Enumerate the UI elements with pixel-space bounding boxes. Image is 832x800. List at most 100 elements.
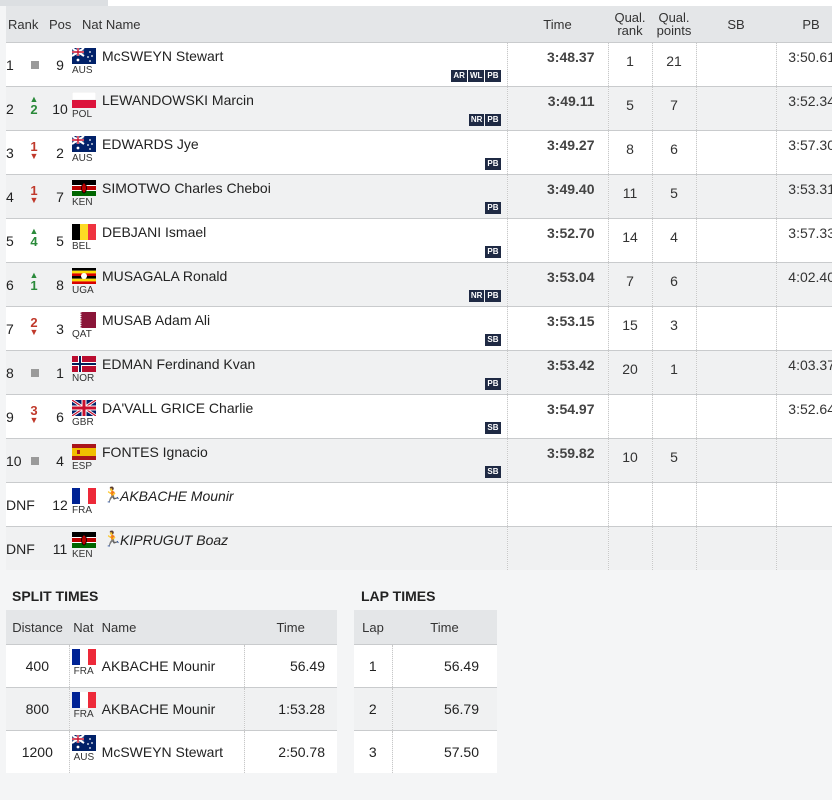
record-badge: PB [485,378,501,390]
header-name: Nat Name [70,6,507,43]
lap-row: 1 56.49 [354,644,497,688]
qual-points-value [653,483,696,493]
record-badge: NR [468,290,485,302]
pb-value: 3:57.30 [788,137,832,153]
time-cell: 3:53.15 [507,306,609,351]
result-time: 3:53.42 [547,357,595,373]
result-time: 3:49.11 [547,93,595,109]
arrow-down-icon: ▼ [29,151,39,161]
rank-cell: 9 3 ▼ [6,394,49,439]
athlete-name-link[interactable]: DA'VALL GRICE Charlie [102,400,253,416]
pb-cell: 3:53.31 [776,174,832,219]
athlete-name-link[interactable]: FONTES Ignacio [102,444,208,460]
qual-points-value: 1 [670,361,678,377]
split-athlete-link[interactable]: AKBACHE Mounir [102,658,216,674]
table-row[interactable]: 1 9 AUS McSWEYN Stewart AR WL PB 3:48.37 1 21 3:50… [6,42,832,87]
table-row[interactable]: 9 3 ▼ 6 GBR DA'VALL GRICE Charlie SB 3:54.97 3:5… [6,394,832,439]
split-time: 1:53.28 [278,701,325,717]
split-athlete-link[interactable]: AKBACHE Mounir [102,701,216,717]
athlete-name-link[interactable]: McSWEYN Stewart [102,48,223,64]
athlete-name-link[interactable]: KIPRUGUT Boaz [120,532,228,548]
table-row[interactable]: 3 1 ▼ 2 AUS EDWARDS Jye PB 3:49.27 8 6 3:57.30 [6,130,832,175]
rank-cell: 1 [6,42,49,87]
split-athlete-link[interactable]: McSWEYN Stewart [102,744,223,760]
table-row[interactable]: 7 2 ▼ 3 QAT MUSAB Adam Ali SB 3:53.15 15 3 [6,306,832,351]
table-row[interactable]: 10 4 ESP FONTES Ignacio SB 3:59.82 10 5 [6,438,832,483]
rank-value: 5 [6,233,14,249]
pb-value: 3:52.34 [788,93,832,109]
flag-aus-icon [72,48,96,64]
qual-rank-value: 8 [626,141,634,157]
qual-points-cell: 5 [652,438,697,483]
athlete-name-link[interactable]: MUSAGALA Ronald [102,268,227,284]
time-cell: 3:59.82 [507,438,609,483]
table-row[interactable]: 4 1 ▼ 7 KEN SIMOTWO Charles Cheboi PB 3:49.40 11… [6,174,832,219]
table-row[interactable]: 5 ▲ 4 5 BEL DEBJANI Ismael PB 3:52.70 14 4 3:57.33 [6,218,832,263]
split-nat-cell: FRA [69,687,98,731]
sb-value [697,351,776,357]
qual-points-cell: 5 [652,174,697,219]
pos-cell: 5 [49,218,70,263]
header-time: Time [507,6,608,43]
rank-cell: 8 [6,350,49,395]
athlete-name-link[interactable]: LEWANDOWSKI Marcin [102,92,254,108]
split-time-cell: 2:50.78 [244,730,337,773]
qual-points-cell [652,526,697,570]
split-header-row: Distance Nat Name Time [6,610,337,645]
qual-points-value: 5 [670,185,678,201]
time-cell: 3:49.11 [507,86,609,131]
qual-rank-value: 15 [622,317,638,333]
rank-cell: 4 1 ▼ [6,174,49,219]
qual-points-value: 6 [670,273,678,289]
lap-number: 2 [368,701,377,717]
nat-code: GBR [72,417,94,428]
athlete-cell: FRA 🏃 AKBACHE Mounir [70,482,508,527]
pb-cell: 4:03.37 [776,350,832,395]
table-row[interactable]: 8 1 NOR EDMAN Ferdinand Kvan PB 3:53.42 20 1 4:0… [6,350,832,395]
athlete-name-link[interactable]: EDWARDS Jye [102,136,199,152]
qual-rank-value: 11 [622,185,638,201]
flag-ken-icon [72,532,96,548]
results-header-row: Rank Pos Nat Name Time Qual. rank Qual. … [6,6,832,43]
record-badges: SB [484,329,501,346]
rank-cell: 10 [6,438,49,483]
pos-value: 7 [56,189,64,205]
record-badge: NR [468,114,485,126]
athlete-name-link[interactable]: EDMAN Ferdinand Kvan [102,356,255,372]
record-badge: PB [485,158,501,170]
pos-cell: 12 [49,482,70,527]
qual-rank-value: 7 [626,273,634,289]
qual-rank-cell: 8 [608,130,653,175]
pos-cell: 8 [49,262,70,307]
table-row[interactable]: DNF 12 FRA 🏃 AKBACHE Mounir [6,482,832,527]
qual-rank-value: 1 [626,53,634,69]
split-nat-cell: FRA [69,644,98,688]
lap-time-cell: 57.50 [392,730,497,773]
sb-cell [696,438,777,483]
qual-rank-value [609,395,652,405]
record-badges: PB [484,197,501,214]
lap-header-row: Lap Time [354,610,497,645]
header-qual-points: Qual. points [652,6,696,43]
table-row[interactable]: 2 ▲ 2 10 POL LEWANDOWSKI Marcin NR PB 3:49.11 5 7 3… [6,86,832,131]
pb-value [777,439,832,445]
qual-points-cell: 1 [652,350,697,395]
split-distance-cell: 1200 [6,730,70,773]
pb-value: 3:52.64 [788,401,832,417]
split-name-cell: AKBACHE Mounir [97,687,245,731]
record-badges: NR PB [468,109,501,126]
qual-rank-cell: 14 [608,218,653,263]
athlete-name-link[interactable]: AKBACHE Mounir [120,488,234,504]
athlete-cell: BEL DEBJANI Ismael PB [70,218,508,263]
pb-cell: 4:02.40 [776,262,832,307]
no-change-icon [31,61,39,69]
athlete-name-link[interactable]: SIMOTWO Charles Cheboi [102,180,271,196]
athlete-name-link[interactable]: DEBJANI Ismael [102,224,206,240]
table-row[interactable]: DNF 11 KEN 🏃 KIPRUGUT Boaz [6,526,832,570]
athlete-name-link[interactable]: MUSAB Adam Ali [102,312,210,328]
pos-value: 4 [56,453,64,469]
lap-number: 1 [368,658,377,674]
rank-value: 8 [6,365,14,381]
table-row[interactable]: 6 ▲ 1 8 UGA MUSAGALA Ronald NR PB 3:53.04 7 6 4:02.… [6,262,832,307]
no-change-icon [31,369,39,377]
